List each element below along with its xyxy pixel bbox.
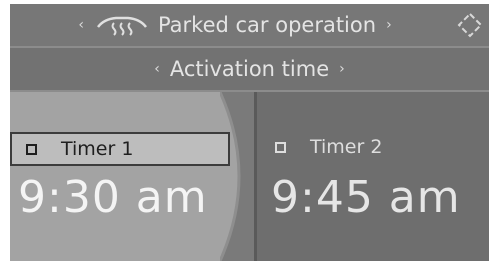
timer-1-label: Timer 1	[61, 138, 134, 160]
timer-1-panel[interactable]: Timer 1 9:30 am	[10, 92, 250, 261]
header-next-arrow-icon[interactable]: ›	[386, 17, 392, 33]
header-prev-arrow-icon[interactable]: ‹	[78, 17, 84, 33]
timer-1-checkbox[interactable]	[26, 143, 37, 155]
idrive-screen: ‹ Parked car operation › ‹ Activation ti…	[10, 4, 489, 261]
options-icon[interactable]	[457, 12, 483, 38]
timer-2-label: Timer 2	[310, 136, 383, 158]
header-title: Parked car operation	[157, 13, 377, 37]
header-bar: ‹ Parked car operation ›	[10, 4, 489, 48]
timer-1-time[interactable]: 9:30 am	[18, 172, 208, 223]
subheader-next-arrow-icon[interactable]: ›	[339, 61, 345, 77]
timer-2-panel[interactable]: Timer 2 9:45 am	[257, 92, 489, 261]
activation-time-bar[interactable]: ‹ Activation time ›	[10, 48, 489, 92]
parked-car-heater-icon	[96, 16, 147, 36]
menu-title-nav[interactable]: ‹ Parked car operation ›	[10, 4, 460, 46]
timer-1-selector[interactable]: Timer 1	[10, 132, 230, 166]
subheader-prev-arrow-icon[interactable]: ‹	[154, 61, 160, 77]
timer-2-selector[interactable]: Timer 2	[275, 136, 382, 158]
timer-2-time[interactable]: 9:45 am	[271, 172, 461, 223]
timer-2-checkbox[interactable]	[275, 141, 286, 153]
subheader-title: Activation time	[169, 57, 330, 81]
